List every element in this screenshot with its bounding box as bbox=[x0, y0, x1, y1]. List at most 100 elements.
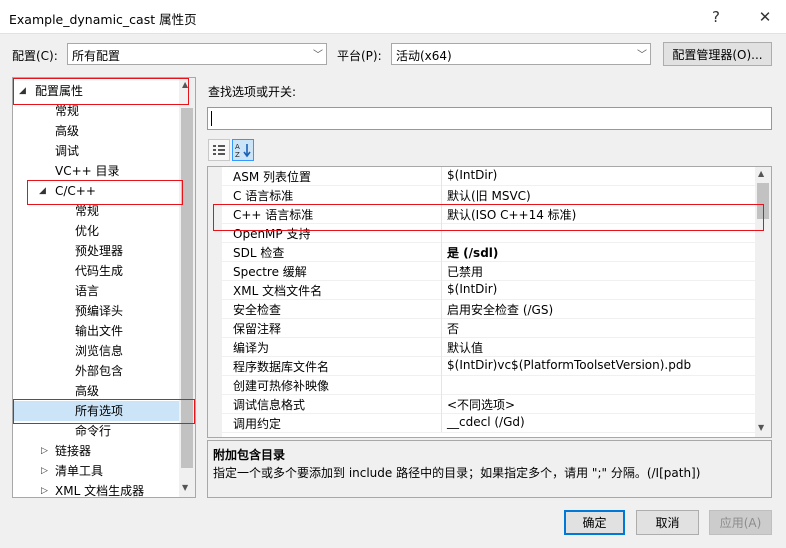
property-value[interactable]: 否 bbox=[447, 320, 459, 337]
tree-item-label: XML 文档生成器 bbox=[55, 484, 145, 498]
category-list-icon bbox=[213, 145, 225, 155]
tree-item[interactable]: 预处理器 bbox=[13, 241, 181, 261]
property-name: Spectre 缓解 bbox=[233, 265, 307, 279]
tree-item-label: 调试 bbox=[55, 144, 80, 158]
tree-item-label: 高级 bbox=[75, 384, 100, 398]
property-value[interactable]: <不同选项> bbox=[447, 396, 515, 413]
tree-item-label: 预编译头 bbox=[75, 304, 124, 318]
tree-item[interactable]: 代码生成 bbox=[13, 261, 181, 281]
platform-label: 平台(P): bbox=[337, 49, 382, 63]
tree-item-label: 命令行 bbox=[75, 424, 112, 438]
category-view-button[interactable] bbox=[208, 139, 230, 161]
tree-item[interactable]: ▷ 清单工具 bbox=[13, 461, 181, 481]
property-row[interactable]: 创建可热修补映像 bbox=[222, 375, 755, 395]
help-button[interactable]: ? bbox=[696, 0, 736, 33]
tree-item[interactable]: VC++ 目录 bbox=[13, 161, 181, 181]
tree-item-label: 外部包含 bbox=[75, 364, 124, 378]
config-select[interactable]: 所有配置 ﹀ bbox=[67, 43, 327, 65]
svg-text:A: A bbox=[235, 143, 240, 151]
chevron-down-icon: ﹀ bbox=[637, 50, 647, 61]
config-label: 配置(C): bbox=[12, 49, 58, 63]
highlight-box-cpp bbox=[27, 180, 183, 205]
tree-item-label: 高级 bbox=[55, 124, 80, 138]
tree-item-label: 优化 bbox=[75, 224, 100, 238]
tree-item-label: 语言 bbox=[75, 284, 100, 298]
tree-item[interactable]: ▷ XML 文档生成器 bbox=[13, 481, 181, 498]
property-value[interactable]: $(IntDir)vc$(PlatformToolsetVersion).pdb bbox=[447, 358, 691, 372]
tree-item[interactable]: ▷ 链接器 bbox=[13, 441, 181, 461]
title-bar: Example_dynamic_cast 属性页 ? ✕ bbox=[0, 0, 786, 34]
property-row[interactable]: Spectre 缓解 已禁用 bbox=[222, 261, 755, 281]
tree-scrollbar[interactable]: ▲ ▼ bbox=[179, 78, 195, 497]
property-row[interactable]: 调用约定 __cdecl (/Gd) bbox=[222, 413, 755, 433]
column-divider bbox=[441, 318, 442, 337]
tree-item[interactable]: 语言 bbox=[13, 281, 181, 301]
search-label: 查找选项或开关: bbox=[208, 85, 297, 99]
column-divider bbox=[441, 261, 442, 280]
apply-button[interactable]: 应用(A) bbox=[709, 510, 772, 535]
property-name: C 语言标准 bbox=[233, 189, 294, 203]
property-value[interactable]: 已禁用 bbox=[447, 263, 483, 280]
platform-select[interactable]: 活动(x64) ﹀ bbox=[391, 43, 651, 65]
search-input[interactable] bbox=[207, 107, 772, 130]
chevron-down-icon: ﹀ bbox=[313, 50, 323, 61]
property-value[interactable]: 默认值 bbox=[447, 339, 483, 356]
highlight-box-cpp-standard bbox=[213, 204, 764, 231]
property-name: 创建可热修补映像 bbox=[233, 379, 330, 393]
property-row[interactable]: 编译为 默认值 bbox=[222, 337, 755, 357]
cancel-button[interactable]: 取消 bbox=[636, 510, 699, 535]
description-panel: 附加包含目录 指定一个或多个要添加到 include 路径中的目录；如果指定多个… bbox=[207, 440, 772, 498]
column-divider bbox=[441, 280, 442, 299]
tree-item[interactable]: 调试 bbox=[13, 141, 181, 161]
property-value[interactable]: 启用安全检查 (/GS) bbox=[447, 301, 553, 318]
tree-item[interactable]: 浏览信息 bbox=[13, 341, 181, 361]
scroll-down-icon[interactable]: ▼ bbox=[758, 423, 764, 432]
property-row[interactable]: SDL 检查 是 (/sdl) bbox=[222, 242, 755, 262]
tree-item-label: 预处理器 bbox=[75, 244, 124, 258]
scroll-up-icon[interactable]: ▲ bbox=[758, 169, 764, 178]
close-button[interactable]: ✕ bbox=[745, 0, 785, 33]
property-row[interactable]: XML 文档文件名 $(IntDir) bbox=[222, 280, 755, 300]
property-value[interactable]: 是 (/sdl) bbox=[447, 244, 498, 261]
config-manager-button[interactable]: 配置管理器(O)... bbox=[663, 42, 772, 66]
property-row[interactable]: 调试信息格式 <不同选项> bbox=[222, 394, 755, 414]
tree-item-label: VC++ 目录 bbox=[55, 164, 120, 178]
property-name: XML 文档文件名 bbox=[233, 284, 323, 298]
property-value[interactable]: $(IntDir) bbox=[447, 282, 497, 296]
property-value[interactable]: 默认(旧 MSVC) bbox=[447, 187, 531, 204]
tree-item[interactable]: 高级 bbox=[13, 381, 181, 401]
tree-item[interactable]: 输出文件 bbox=[13, 321, 181, 341]
property-row[interactable]: 程序数据库文件名 $(IntDir)vc$(PlatformToolsetVers… bbox=[222, 356, 755, 376]
ok-button[interactable]: 确定 bbox=[564, 510, 625, 535]
collapsed-arrow-icon[interactable]: ▷ bbox=[41, 461, 48, 481]
property-name: 安全检查 bbox=[233, 303, 282, 317]
property-row[interactable]: 保留注释 否 bbox=[222, 318, 755, 338]
collapsed-arrow-icon[interactable]: ▷ bbox=[41, 481, 48, 497]
property-name: 编译为 bbox=[233, 341, 270, 355]
property-value[interactable]: __cdecl (/Gd) bbox=[447, 415, 525, 429]
text-caret bbox=[211, 111, 212, 126]
tree-item[interactable]: 命令行 bbox=[13, 421, 181, 441]
collapsed-arrow-icon[interactable]: ▷ bbox=[41, 441, 48, 461]
column-divider bbox=[441, 356, 442, 375]
property-value[interactable]: $(IntDir) bbox=[447, 168, 497, 182]
property-tree: ◢ 配置属性 常规 高级 调试 VC++ 目录 ◢ C/C++ 常规 优化 预处理器 代码生成 语言 预编… bbox=[12, 77, 196, 498]
property-row[interactable]: C 语言标准 默认(旧 MSVC) bbox=[222, 185, 755, 205]
tree-item[interactable]: 高级 bbox=[13, 121, 181, 141]
column-divider bbox=[441, 299, 442, 318]
tree-item[interactable]: 预编译头 bbox=[13, 301, 181, 321]
description-text: 指定一个或多个要添加到 include 路径中的目录；如果指定多个，请用 ";"… bbox=[213, 466, 701, 480]
property-name: 程序数据库文件名 bbox=[233, 360, 330, 374]
tree-item[interactable]: 优化 bbox=[13, 221, 181, 241]
sort-az-icon: A Z bbox=[235, 143, 251, 159]
config-select-value: 所有配置 bbox=[72, 49, 121, 63]
svg-text:Z: Z bbox=[235, 151, 240, 159]
description-title: 附加包含目录 bbox=[213, 448, 286, 462]
column-divider bbox=[441, 413, 442, 432]
property-row[interactable]: 安全检查 启用安全检查 (/GS) bbox=[222, 299, 755, 319]
property-row[interactable]: ASM 列表位置 $(IntDir) bbox=[222, 167, 755, 186]
scroll-down-icon[interactable]: ▼ bbox=[182, 483, 188, 492]
property-name: 调用约定 bbox=[233, 417, 282, 431]
alphabetical-view-button[interactable]: A Z bbox=[232, 139, 254, 161]
tree-item[interactable]: 外部包含 bbox=[13, 361, 181, 381]
